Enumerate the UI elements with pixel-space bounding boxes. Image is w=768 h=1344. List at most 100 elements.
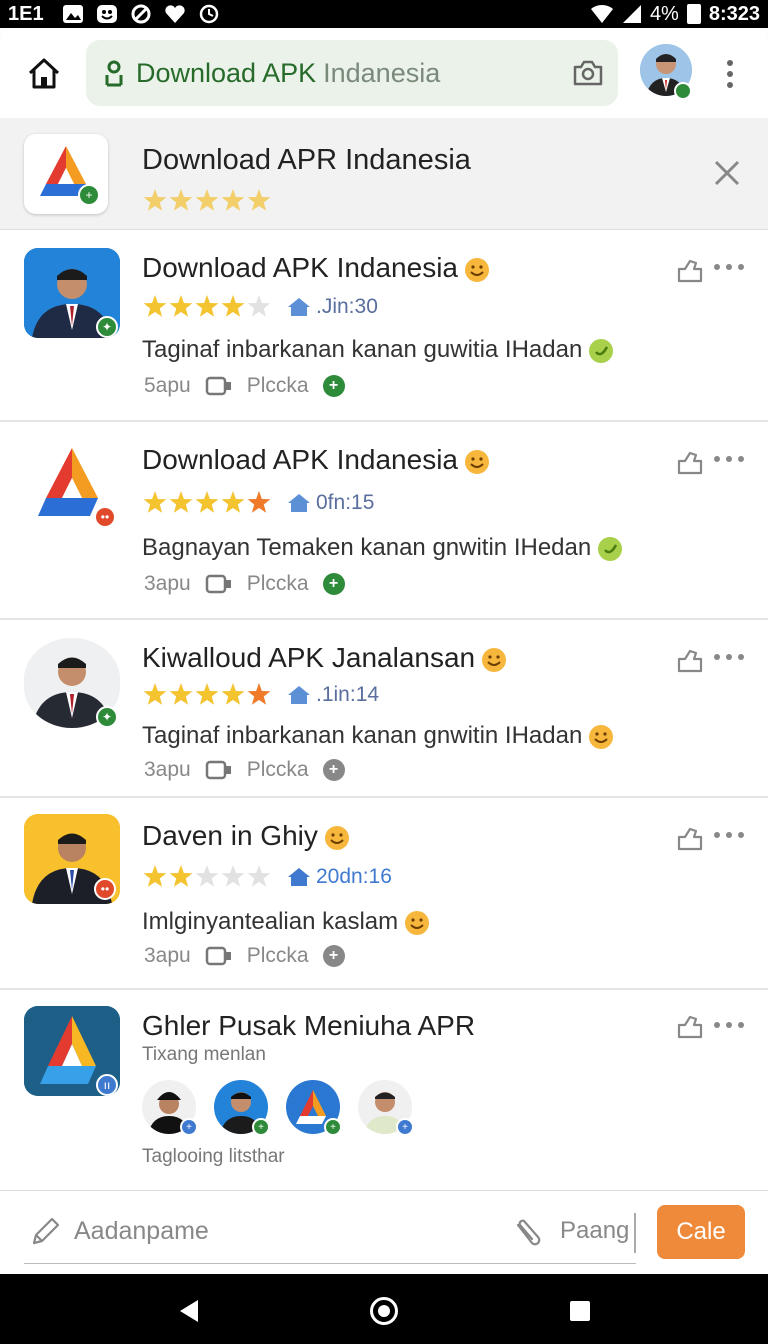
item-foot-label: 3apu: [144, 758, 191, 781]
status-notification-icons: [62, 4, 220, 24]
list-item[interactable]: ✦ Kiwalloud APK Janalansan .1in:14 Tagin…: [0, 620, 768, 798]
home-circle-icon[interactable]: [370, 1297, 398, 1325]
smiley-icon: [96, 5, 117, 23]
home-badge-icon: [288, 298, 310, 316]
star-icon: [221, 683, 245, 705]
wifi-icon: [590, 4, 613, 23]
star-icon: [195, 865, 219, 887]
input-underline: [24, 1263, 636, 1264]
list-item[interactable]: ✦ Download APK Indanesia .Jin:30 Taginaf…: [0, 230, 768, 422]
item-badge: ••: [94, 878, 116, 900]
close-icon[interactable]: [712, 158, 742, 188]
star-icon: [169, 683, 193, 705]
item-title: Download APK Indanesia: [142, 444, 490, 476]
clock: 8:323: [708, 2, 760, 25]
item-meta: .1in:14: [286, 683, 379, 707]
send-button[interactable]: Cale: [657, 1205, 745, 1259]
list-item-group[interactable]: ıı Ghler Pusak Meniuha APR Tixang menlan…: [0, 990, 768, 1190]
divider: [634, 1213, 636, 1253]
more-options-button[interactable]: [714, 1022, 744, 1032]
avatar-status-badge: [674, 82, 692, 100]
recent-apps-icon[interactable]: [570, 1301, 590, 1321]
more-options-button[interactable]: [714, 456, 744, 466]
star-icon: [169, 865, 193, 887]
rating-stars: [143, 295, 271, 317]
add-icon[interactable]: +: [322, 375, 345, 397]
item-description: Taginaf inbarkanan kanan guwitia IHadan: [142, 336, 614, 364]
item-foot-action: Plccka: [246, 944, 309, 967]
suggestion-row[interactable]: + Download APR Indanesia: [0, 118, 768, 230]
list-item[interactable]: •• Daven in Ghiy 20dn:16 Imlginyantealia…: [0, 798, 768, 990]
back-icon[interactable]: [178, 1298, 200, 1324]
item-description: Taginaf inbarkanan kanan gnwitin IHadan: [142, 722, 614, 750]
group-caption: Taglooing litsthar: [142, 1146, 285, 1167]
share-icon[interactable]: [676, 258, 704, 284]
sync-icon: [131, 4, 151, 24]
camera-icon[interactable]: [572, 58, 604, 88]
more-options-button[interactable]: [714, 654, 744, 664]
item-foot-label: 3apu: [144, 572, 191, 595]
item-title: Daven in Ghiy: [142, 820, 350, 852]
url-highlight-text: Download APK: [136, 57, 317, 88]
share-icon[interactable]: [676, 826, 704, 852]
item-rating: .Jin:30: [142, 294, 378, 320]
star-icon: [195, 189, 219, 211]
item-foot-action: Plccka: [246, 758, 309, 781]
item-description: Imlginyantealian kaslam: [142, 908, 430, 936]
star-icon: [221, 189, 245, 211]
item-footer: 5apu Plccka +: [144, 374, 345, 398]
item-foot-action: Plccka: [246, 572, 309, 595]
add-icon[interactable]: +: [322, 573, 345, 595]
more-options-button[interactable]: [714, 264, 744, 274]
attachment-icon[interactable]: [512, 1217, 544, 1249]
item-foot-label: 3apu: [144, 944, 191, 967]
share-icon[interactable]: [676, 450, 704, 476]
rating-stars: [143, 683, 271, 705]
status-left-text: 1E1: [8, 2, 44, 25]
add-icon[interactable]: +: [322, 945, 345, 967]
app-root: 1E1 4% 8:323 Download APK Indanesia + Do…: [0, 0, 768, 1344]
item-meta: 20dn:16: [286, 865, 392, 889]
member-avatar[interactable]: +: [286, 1080, 342, 1136]
attach-label[interactable]: Paang: [560, 1217, 629, 1245]
add-icon[interactable]: +: [322, 759, 345, 781]
video-icon: [205, 376, 231, 396]
share-icon[interactable]: [676, 1014, 704, 1040]
rating-stars: [143, 865, 271, 887]
item-badge: ••: [94, 506, 116, 528]
item-footer: 3apu Plccka +: [144, 758, 345, 782]
list-item[interactable]: •• Download APK Indanesia 0fn:15 Bagnaya…: [0, 422, 768, 620]
item-badge: ✦: [96, 706, 118, 728]
app-logo-icon: +: [24, 134, 108, 214]
star-icon: [247, 491, 271, 513]
item-meta: 0fn:15: [286, 491, 374, 515]
pencil-icon: [32, 1217, 60, 1245]
status-bar: 1E1 4% 8:323: [0, 0, 768, 28]
star-icon: [247, 189, 271, 211]
item-badge: ıı: [96, 1074, 118, 1096]
star-icon: [247, 865, 271, 887]
rating-stars: [143, 491, 271, 513]
star-icon: [247, 683, 271, 705]
member-avatar[interactable]: +: [142, 1080, 198, 1136]
home-icon[interactable]: [26, 56, 62, 92]
item-footer: 3apu Plccka +: [144, 572, 345, 596]
share-icon[interactable]: [676, 648, 704, 674]
star-icon: [169, 189, 193, 211]
member-avatar[interactable]: +: [214, 1080, 270, 1136]
member-avatar[interactable]: +: [358, 1080, 414, 1136]
star-icon: [195, 683, 219, 705]
address-bar[interactable]: Download APK Indanesia: [86, 40, 618, 106]
suggestion-title: Download APR Indanesia: [142, 144, 471, 176]
star-icon: [143, 189, 167, 211]
home-badge-icon: [288, 494, 310, 512]
more-options-button[interactable]: [714, 832, 744, 842]
battery-percent: 4%: [649, 2, 679, 25]
suggestion-rating-stars: [143, 189, 271, 211]
message-input[interactable]: Aadanpame: [74, 1217, 209, 1246]
signal-icon: [622, 5, 641, 23]
browser-menu-button[interactable]: [718, 56, 742, 92]
url-rest-text: Indanesia: [323, 57, 441, 88]
home-badge-icon: [288, 868, 310, 886]
star-icon: [143, 683, 167, 705]
